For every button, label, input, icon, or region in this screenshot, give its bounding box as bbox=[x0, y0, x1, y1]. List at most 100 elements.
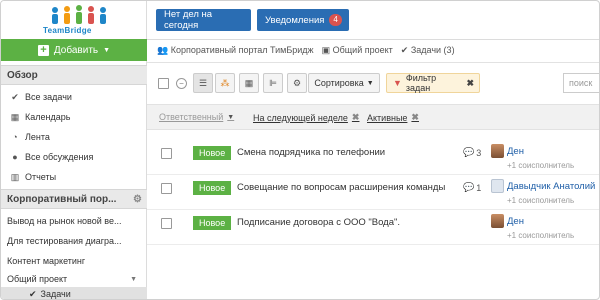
divider bbox=[147, 62, 599, 63]
chevron-down-icon[interactable]: ▼ bbox=[130, 276, 137, 283]
task-row[interactable]: Новое Смена подрядчика по телефонии 💬 3 Д… bbox=[147, 140, 599, 175]
calendar-view-icon[interactable]: ▦ bbox=[239, 73, 259, 93]
list-view-icon[interactable]: ☰ bbox=[193, 73, 213, 93]
plus-icon: + bbox=[37, 44, 49, 56]
caret-down-icon: ▼ bbox=[103, 46, 111, 54]
filter-active[interactable]: Активные ✖ bbox=[367, 112, 419, 123]
assignee-link[interactable]: Давыдчик Анатолий bbox=[507, 181, 595, 192]
filter-responsible-label: Ответственный bbox=[159, 112, 224, 122]
clear-filter-icon[interactable]: ✖ bbox=[466, 78, 474, 89]
sidebar-project-item[interactable]: Для тестирования диагра... bbox=[1, 231, 147, 251]
comment-icon: 💬 bbox=[463, 182, 475, 192]
filter-next-week[interactable]: На следующей неделе ✖ bbox=[253, 112, 359, 123]
caret-down-icon: ▼ bbox=[366, 79, 374, 87]
task-title[interactable]: Смена подрядчика по телефонии bbox=[237, 147, 385, 158]
coexecutor-note: +1 соисполнитель bbox=[507, 161, 575, 170]
project-label: Для тестирования диагра... bbox=[7, 236, 122, 246]
breadcrumb-tasks-label: Задачи (3) bbox=[410, 45, 455, 55]
breadcrumb-tasks: ✔ Задачи (3) bbox=[401, 45, 455, 56]
comments-count-value: 3 bbox=[476, 147, 482, 158]
check-icon: ✔ bbox=[400, 45, 409, 55]
coexecutor-note: +1 соисполнитель bbox=[507, 196, 575, 205]
logo-people-icon bbox=[52, 5, 106, 24]
logo-wordmark: TeamBridge bbox=[43, 26, 92, 35]
coexecutor-note: +1 соисполнитель bbox=[507, 231, 575, 240]
task-title[interactable]: Совещание по вопросам расширения команды bbox=[237, 182, 445, 193]
filter-label: Фильтр задан bbox=[405, 73, 437, 93]
add-button[interactable]: + Добавить ▼ bbox=[1, 39, 147, 61]
sidebar-project-item[interactable]: Общий проект ▼ bbox=[1, 269, 147, 289]
sidebar-item-calendar[interactable]: ▦ Календарь bbox=[1, 107, 147, 127]
assignee-link[interactable]: Ден bbox=[507, 146, 524, 157]
rss-icon: ◔ bbox=[12, 132, 18, 142]
breadcrumb: 👥 Корпоративный портал ТимБридж ▣ Общий … bbox=[157, 45, 455, 56]
caret-down-icon: ▼ bbox=[227, 113, 235, 121]
hierarchy-view-icon[interactable]: ⁂ bbox=[215, 73, 235, 93]
status-badge: Новое bbox=[193, 181, 232, 195]
teambridge-logo[interactable]: TeamBridge bbox=[43, 4, 113, 36]
search-input[interactable]: поиск bbox=[563, 73, 599, 93]
remove-filter-icon[interactable]: ✖ bbox=[411, 112, 419, 123]
sidebar-item-label: Все задачи bbox=[25, 92, 72, 102]
sidebar-item-discussions[interactable]: ● Все обсуждения bbox=[1, 147, 147, 167]
filter-next-week-label: На следующей неделе bbox=[253, 112, 348, 123]
breadcrumb-portal-label: Корпоративный портал ТимБридж bbox=[170, 45, 314, 55]
assignee-link[interactable]: Ден bbox=[507, 216, 524, 227]
breadcrumb-project[interactable]: ▣ Общий проект bbox=[322, 45, 393, 56]
breadcrumb-project-label: Общий проект bbox=[332, 45, 393, 55]
avatar bbox=[491, 144, 504, 158]
sidebar-item-all-tasks[interactable]: ✔ Все задачи bbox=[1, 87, 147, 107]
select-all-checkbox[interactable] bbox=[158, 78, 169, 89]
task-title[interactable]: Подписание договора с ООО "Вода". bbox=[237, 217, 400, 228]
divider bbox=[147, 39, 599, 40]
sidebar-item-tasks-active[interactable]: ✔ Задачи bbox=[1, 287, 147, 299]
remove-filter-icon[interactable]: ✖ bbox=[352, 112, 360, 123]
gear-icon[interactable]: ⚙ bbox=[133, 194, 142, 205]
comment-icon: 💬 bbox=[463, 147, 475, 157]
no-tasks-label: Нет дел на сегодня bbox=[164, 9, 213, 31]
project-label: Контент маркетинг bbox=[7, 256, 86, 266]
sidebar-project-item[interactable]: Вывод на рынок новой ве... bbox=[1, 211, 147, 231]
sort-dropdown[interactable]: Сортировка ▼ bbox=[308, 73, 380, 93]
filter-funnel-icon: ▼ bbox=[393, 78, 402, 88]
portal-heading[interactable]: Корпоративный пор... ⚙ bbox=[1, 189, 147, 209]
sort-label: Сортировка bbox=[314, 78, 364, 88]
task-checkbox[interactable] bbox=[161, 183, 172, 194]
breadcrumb-portal[interactable]: 👥 Корпоративный портал ТимБридж bbox=[157, 45, 314, 56]
filter-responsible[interactable]: Ответственный ▼ bbox=[159, 112, 234, 122]
briefcase-icon: ▣ bbox=[321, 45, 331, 55]
sidebar-item-label: Все обсуждения bbox=[25, 152, 94, 162]
notifications-label: Уведомления bbox=[265, 14, 325, 26]
chart-icon: ▥ bbox=[10, 171, 20, 182]
sidebar-item-label: Лента bbox=[25, 132, 50, 142]
deselect-icon[interactable]: − bbox=[176, 78, 187, 89]
sidebar-item-feed[interactable]: ◔ Лента bbox=[1, 127, 147, 147]
comments-icon: ● bbox=[12, 152, 18, 162]
project-label: Вывод на рынок новой ве... bbox=[7, 216, 122, 226]
sidebar: TeamBridge + Добавить ▼ Обзор ✔ Все зада… bbox=[1, 1, 147, 299]
calendar-icon: ▦ bbox=[10, 111, 20, 122]
task-checkbox[interactable] bbox=[161, 218, 172, 229]
gantt-view-icon[interactable]: ⊫ bbox=[263, 73, 283, 93]
add-button-label: Добавить bbox=[53, 44, 99, 56]
app-frame: TeamBridge + Добавить ▼ Обзор ✔ Все зада… bbox=[0, 0, 600, 300]
notifications-count-badge: 4 bbox=[329, 14, 342, 26]
task-row[interactable]: Новое Совещание по вопросам расширения к… bbox=[147, 175, 599, 210]
comments-count[interactable]: 💬 3 bbox=[463, 147, 481, 158]
sidebar-item-label: Календарь bbox=[25, 112, 71, 122]
settings-icon[interactable]: ⚙ bbox=[287, 73, 307, 93]
check-icon: ✔ bbox=[29, 288, 37, 299]
comments-count[interactable]: 💬 1 bbox=[463, 182, 481, 193]
no-tasks-today-button[interactable]: Нет дел на сегодня bbox=[156, 9, 251, 31]
sidebar-item-reports[interactable]: ▥ Отчеты bbox=[1, 167, 147, 187]
notifications-button[interactable]: Уведомления 4 bbox=[257, 9, 349, 31]
task-checkbox[interactable] bbox=[161, 148, 172, 159]
filter-button[interactable]: ▼ Фильтр задан ✖ bbox=[386, 73, 480, 93]
task-row[interactable]: Новое Подписание договора с ООО "Вода". … bbox=[147, 210, 599, 245]
avatar-placeholder bbox=[491, 179, 504, 193]
sidebar-project-item[interactable]: Контент маркетинг bbox=[1, 251, 147, 271]
sidebar-item-label: Отчеты bbox=[25, 172, 57, 182]
overview-heading: Обзор bbox=[1, 65, 147, 85]
sidebar-item-label: Задачи bbox=[40, 289, 71, 299]
portal-heading-label: Корпоративный пор... bbox=[7, 193, 117, 205]
